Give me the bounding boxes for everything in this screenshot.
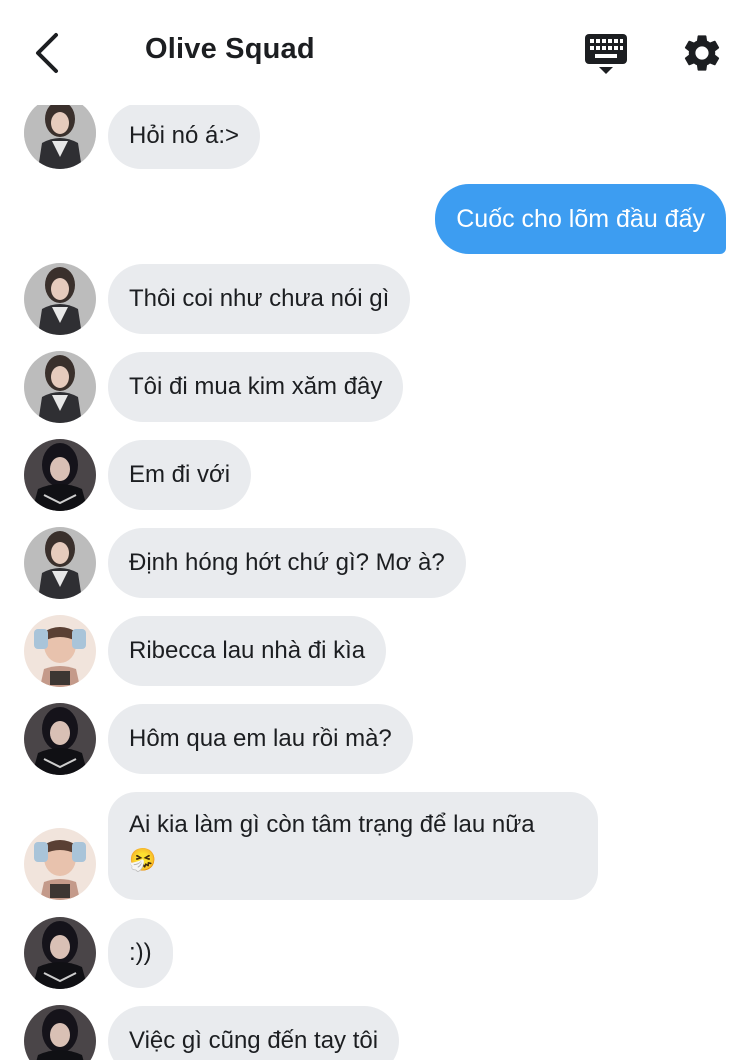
message-row: Việc gì cũng đến tay tôi <box>0 1005 750 1060</box>
keyboard-icon <box>585 34 627 74</box>
gear-icon <box>684 35 720 71</box>
message-bubble[interactable]: Em đi với <box>108 440 252 510</box>
message-bubble[interactable]: Thôi coi như chưa nói gì <box>108 264 411 334</box>
message-row: Hỏi nó á:> <box>0 97 750 169</box>
message-bubble[interactable]: Tôi đi mua kim xăm đây <box>108 352 404 422</box>
message-text: :)) <box>129 939 152 966</box>
page-title: Olive Squad <box>145 33 315 65</box>
avatar[interactable] <box>24 439 96 511</box>
message-row: Em đi với <box>0 439 750 511</box>
message-row: Tôi đi mua kim xăm đây <box>0 351 750 423</box>
message-text: Ribecca lau nhà đi kìa <box>129 637 366 664</box>
chevron-left-icon <box>36 33 58 73</box>
message-row: Hôm qua em lau rồi mà? <box>0 703 750 775</box>
message-bubble[interactable]: Ai kia làm gì còn tâm trạng để lau nữa 🤧 <box>108 792 598 900</box>
message-bubble-outgoing[interactable]: Cuốc cho lõm đầu đấy <box>435 184 726 254</box>
avatar[interactable] <box>24 828 96 900</box>
sneezing-face-emoji: 🤧 <box>129 847 157 872</box>
message-text: Việc gì cũng đến tay tôi <box>129 1027 379 1054</box>
avatar[interactable] <box>24 263 96 335</box>
message-row: Thôi coi như chưa nói gì <box>0 263 750 335</box>
message-text: Cuốc cho lõm đầu đấy <box>456 205 705 233</box>
avatar[interactable] <box>24 1005 96 1060</box>
message-text: Định hóng hớt chứ gì? Mơ à? <box>129 549 445 576</box>
message-bubble[interactable]: Hôm qua em lau rồi mà? <box>108 704 413 774</box>
message-row: Định hóng hớt chứ gì? Mơ à? <box>0 527 750 599</box>
avatar[interactable] <box>24 97 96 169</box>
message-bubble[interactable]: Định hóng hớt chứ gì? Mơ à? <box>108 528 466 598</box>
message-text: Ai kia làm gì còn tâm trạng để lau nữa <box>129 811 535 838</box>
message-row: :)) <box>0 917 750 989</box>
message-bubble[interactable]: :)) <box>108 918 173 988</box>
avatar[interactable] <box>24 615 96 687</box>
message-bubble[interactable]: Hỏi nó á:> <box>108 103 261 169</box>
keyboard-button[interactable] <box>583 32 629 76</box>
avatar[interactable] <box>24 527 96 599</box>
message-row: Ribecca lau nhà đi kìa <box>0 615 750 687</box>
message-text: Tôi đi mua kim xăm đây <box>129 373 383 400</box>
avatar[interactable] <box>24 703 96 775</box>
message-text: Hỏi nó á:> <box>129 122 240 149</box>
message-bubble[interactable]: Ribecca lau nhà đi kìa <box>108 616 387 686</box>
avatar[interactable] <box>24 917 96 989</box>
message-bubble[interactable]: Việc gì cũng đến tay tôi <box>108 1006 400 1060</box>
avatar[interactable] <box>24 351 96 423</box>
chat-header: Olive Squad <box>0 0 750 105</box>
back-button[interactable] <box>26 30 66 76</box>
settings-button[interactable] <box>680 31 724 75</box>
message-text: Em đi với <box>129 461 231 488</box>
message-row: Ai kia làm gì còn tâm trạng để lau nữa 🤧 <box>0 792 750 900</box>
message-text: Hôm qua em lau rồi mà? <box>129 725 392 752</box>
message-row: Cuốc cho lõm đầu đấy <box>0 184 750 254</box>
message-list[interactable]: Hỏi nó á:> Cuốc cho lõm đầu đấy Thôi coi… <box>0 0 750 1060</box>
message-text: Thôi coi như chưa nói gì <box>129 285 390 312</box>
